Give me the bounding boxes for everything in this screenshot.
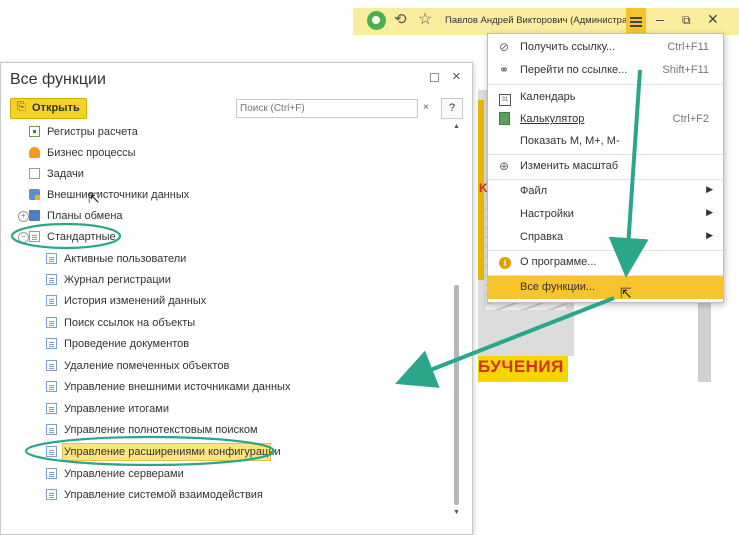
- annotation-arrow-to-window: [395, 296, 615, 388]
- annotation-overlay: [10, 69, 649, 467]
- annotation-circle-standard: [10, 222, 122, 250]
- annotation-circle-extensions: [24, 435, 276, 467]
- annotation-arrow-to-menu-item: [608, 69, 649, 278]
